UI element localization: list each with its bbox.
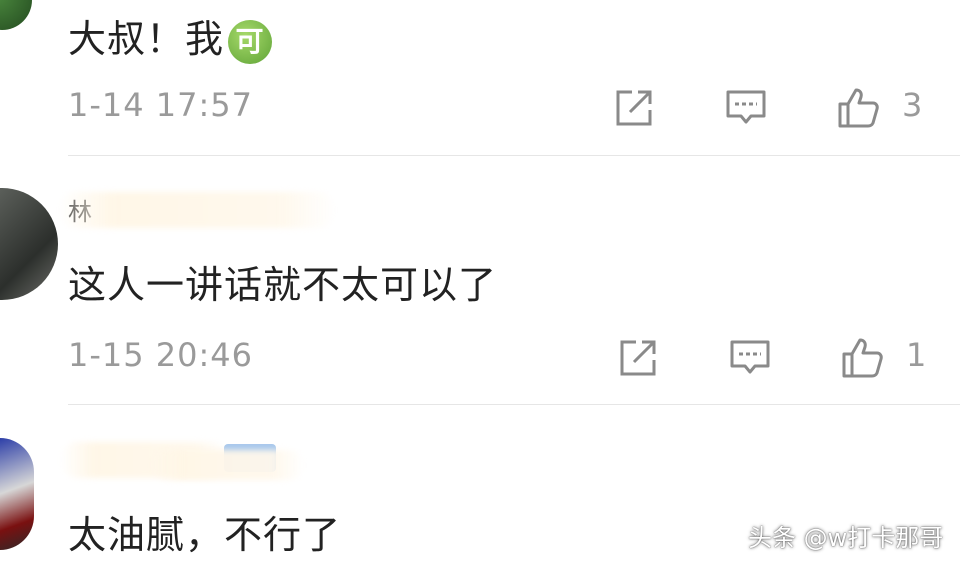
like-count: 3	[902, 86, 923, 124]
avatar[interactable]	[0, 438, 34, 550]
share-icon[interactable]	[612, 86, 656, 130]
avatar[interactable]	[0, 0, 32, 30]
share-icon[interactable]	[616, 336, 660, 380]
reply-icon[interactable]	[724, 86, 768, 130]
comment-meta: 1-15 20:46 1	[68, 336, 928, 380]
comment-text: 太油腻，不行了	[68, 513, 342, 557]
avatar[interactable]	[0, 188, 58, 300]
comment-text-content: 大叔！我	[68, 17, 225, 61]
comment-meta: 1-14 17:57 3	[68, 86, 928, 130]
comment-item: 大叔！我可 1-14 17:57 3	[0, 0, 960, 156]
redaction-mask	[150, 450, 304, 480]
reply-icon[interactable]	[728, 336, 772, 380]
comment-timestamp: 1-15 20:46	[68, 336, 254, 374]
divider	[68, 404, 960, 405]
comment-timestamp: 1-14 17:57	[68, 86, 254, 124]
comment-text: 这人一讲话就不太可以了	[68, 263, 498, 307]
comment-text: 大叔！我可	[68, 8, 273, 64]
comment-feed: 大叔！我可 1-14 17:57 3 林 这人一讲话就不太可以了 1-15 20…	[0, 0, 960, 564]
thumbs-up-icon[interactable]	[840, 336, 884, 380]
like-count: 1	[906, 336, 927, 374]
watermark: 头条 @w打卡那哥	[748, 524, 944, 552]
divider	[68, 155, 960, 156]
redaction-mask	[58, 192, 336, 228]
thumbs-up-icon[interactable]	[836, 86, 880, 130]
emoji-ke-icon: 可	[228, 19, 273, 64]
